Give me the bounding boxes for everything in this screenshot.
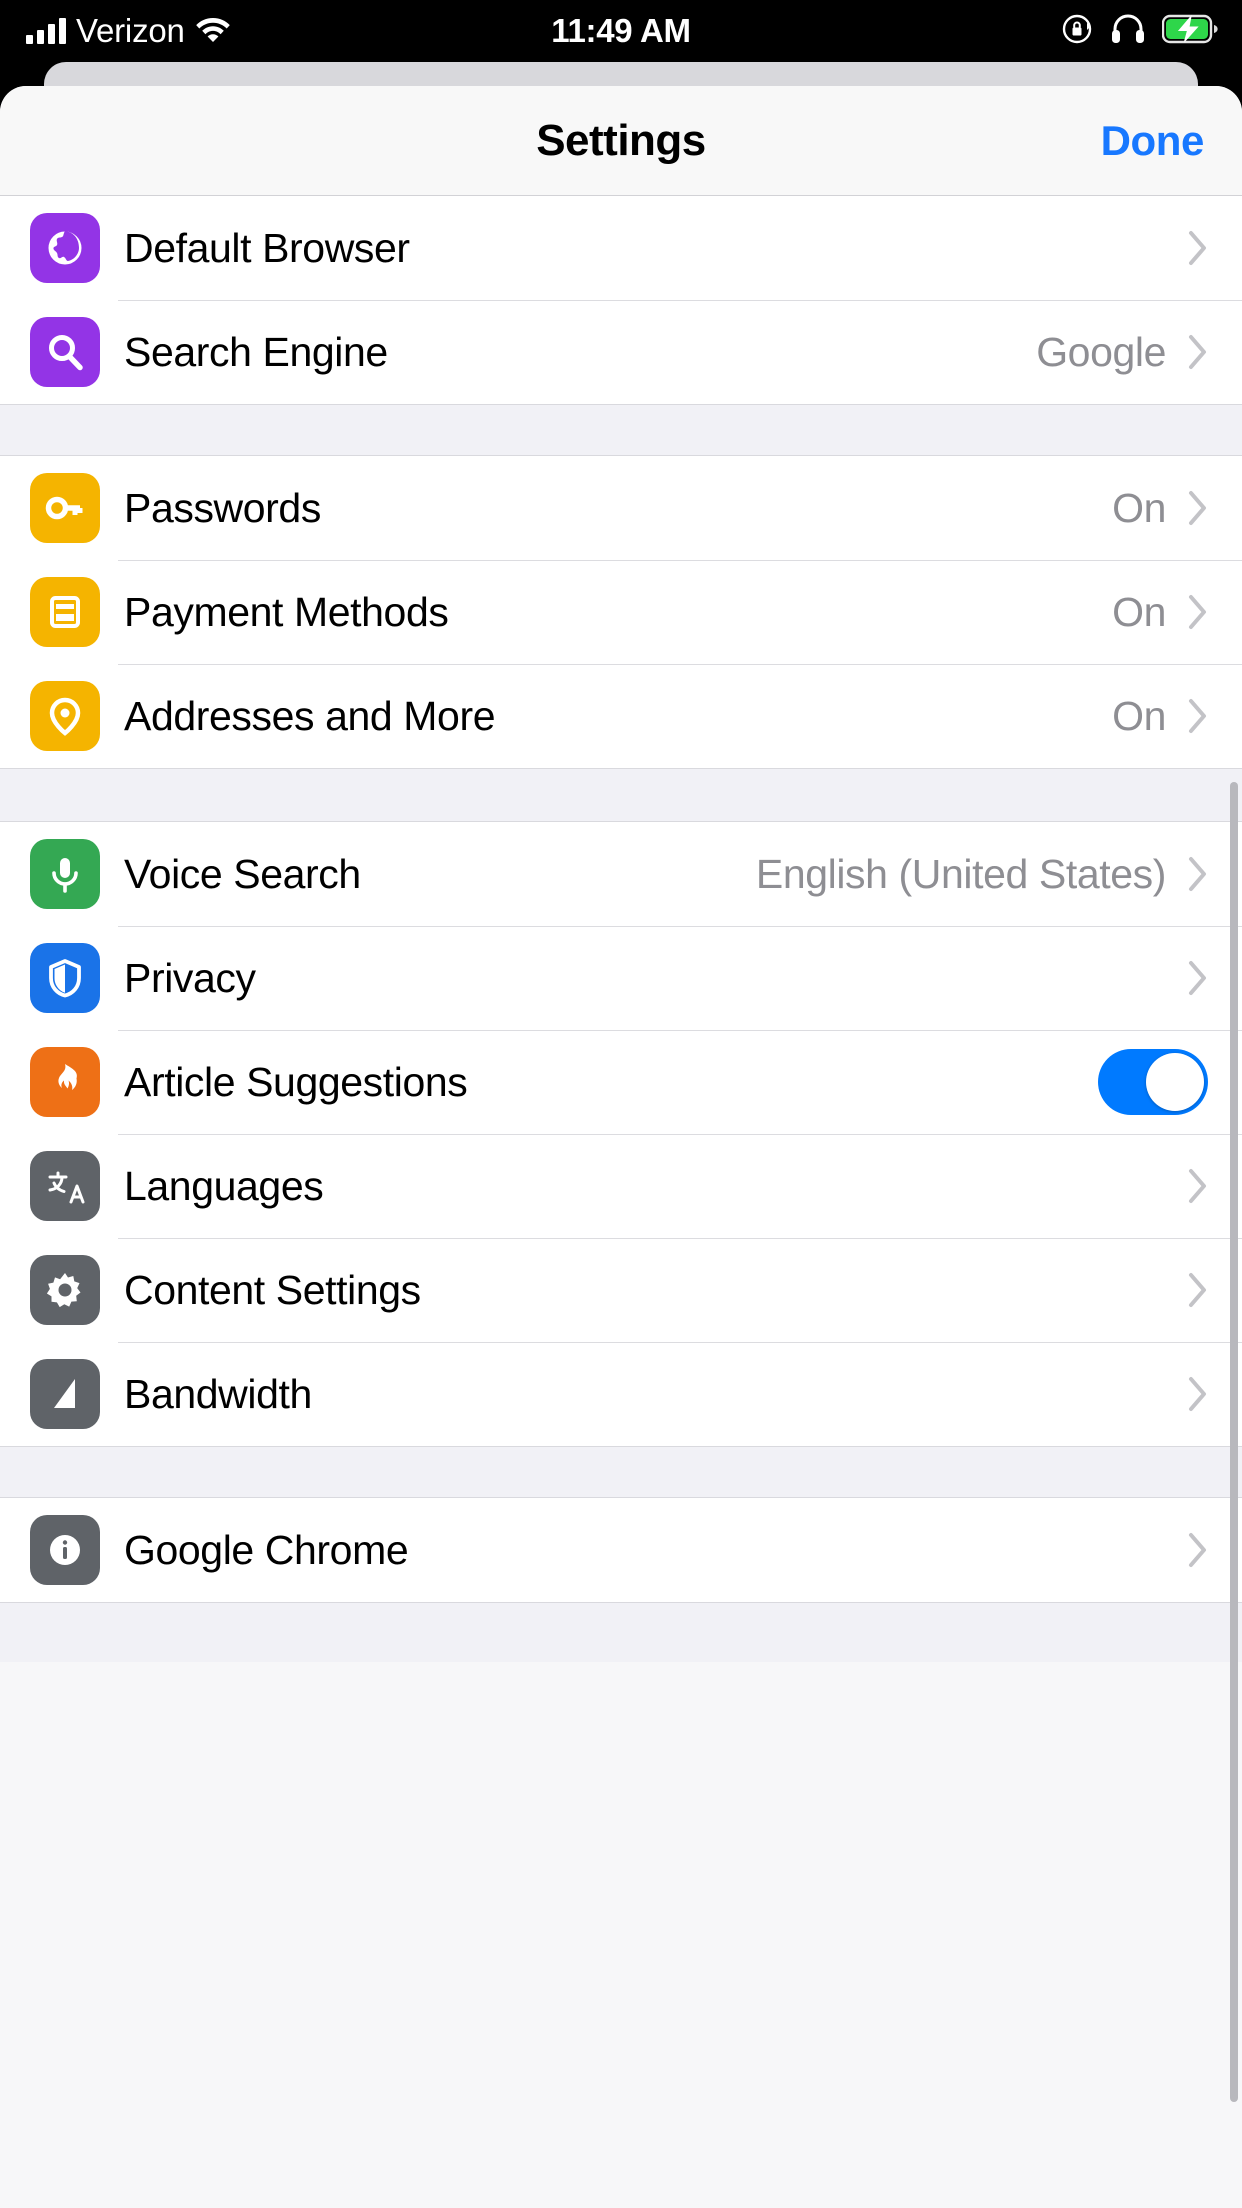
settings-row-detail: On	[1112, 484, 1166, 531]
chevron-right-icon	[1188, 334, 1208, 370]
about-section: Google Chrome	[0, 1498, 1242, 1602]
headphones-icon	[1110, 13, 1146, 50]
chevron-right-icon	[1188, 1168, 1208, 1204]
settings-row-bandwidth[interactable]: Bandwidth	[0, 1342, 1242, 1446]
phone-screen: Verizon 11:49 AM Settings Done Default B…	[0, 0, 1242, 2208]
page-title: Settings	[536, 115, 706, 165]
key-icon	[30, 473, 100, 543]
autofill-section: Passwords On Payment Methods On Addresse…	[0, 456, 1242, 768]
chevron-right-icon	[1188, 490, 1208, 526]
chevron-right-icon	[1188, 1272, 1208, 1308]
chevron-right-icon	[1188, 230, 1208, 266]
settings-row-privacy[interactable]: Privacy	[0, 926, 1242, 1030]
settings-row-content-settings[interactable]: Content Settings	[0, 1238, 1242, 1342]
settings-row-detail: On	[1112, 692, 1166, 739]
settings-row-label: Bandwidth	[124, 1370, 312, 1417]
settings-row-label: Privacy	[124, 954, 256, 1001]
settings-row-passwords[interactable]: Passwords On	[0, 456, 1242, 560]
settings-row-article-suggestions[interactable]: Article Suggestions	[0, 1030, 1242, 1134]
settings-row-search-engine[interactable]: Search Engine Google	[0, 300, 1242, 404]
settings-row-addresses-and-more[interactable]: Addresses and More On	[0, 664, 1242, 768]
settings-list[interactable]: Default Browser Search Engine Google Pas…	[0, 196, 1242, 2102]
settings-row-label: Voice Search	[124, 850, 361, 897]
settings-sheet: Settings Done Default Browser Search Eng…	[0, 86, 1242, 2208]
settings-row-languages[interactable]: Languages	[0, 1134, 1242, 1238]
battery-charging-icon	[1161, 14, 1218, 49]
settings-row-detail: English (United States)	[755, 850, 1167, 897]
settings-row-label: Search Engine	[124, 328, 388, 375]
toggle-knob	[1146, 1053, 1204, 1111]
settings-row-voice-search[interactable]: Voice Search English (United States)	[0, 822, 1242, 926]
section-separator	[0, 768, 1242, 822]
rotation-lock-icon	[1060, 12, 1094, 51]
status-bar: Verizon 11:49 AM	[0, 0, 1242, 62]
chevron-right-icon	[1188, 856, 1208, 892]
done-button[interactable]: Done	[1101, 117, 1205, 165]
settings-row-detail: Google	[1036, 328, 1166, 375]
clock-label: 11:49 AM	[551, 12, 691, 49]
settings-row-label: Content Settings	[124, 1266, 421, 1313]
settings-row-default-browser[interactable]: Default Browser	[0, 196, 1242, 300]
chevron-right-icon	[1188, 1376, 1208, 1412]
section-separator	[0, 1446, 1242, 1498]
settings-row-payment-methods[interactable]: Payment Methods On	[0, 560, 1242, 664]
globe-icon	[30, 213, 100, 283]
settings-row-google-chrome[interactable]: Google Chrome	[0, 1498, 1242, 1602]
settings-row-label: Addresses and More	[124, 692, 496, 739]
settings-row-label: Payment Methods	[124, 588, 449, 635]
article-suggestions-toggle[interactable]	[1098, 1049, 1208, 1115]
translate-icon	[30, 1151, 100, 1221]
status-bar-right	[1060, 12, 1218, 51]
info-icon	[30, 1515, 100, 1585]
gear-icon	[30, 1255, 100, 1325]
settings-row-label: Passwords	[124, 484, 321, 531]
chevron-right-icon	[1188, 594, 1208, 630]
vertical-scrollbar[interactable]	[1230, 782, 1238, 2102]
settings-row-detail: On	[1112, 588, 1166, 635]
settings-row-label: Google Chrome	[124, 1526, 409, 1573]
shield-icon	[30, 943, 100, 1013]
settings-row-label: Default Browser	[124, 224, 410, 271]
section-separator	[0, 404, 1242, 456]
settings-navigation-bar: Settings Done	[0, 86, 1242, 196]
location-pin-icon	[30, 681, 100, 751]
bandwidth-icon	[30, 1359, 100, 1429]
chevron-right-icon	[1188, 960, 1208, 996]
microphone-icon	[30, 839, 100, 909]
magnifier-icon	[30, 317, 100, 387]
chevron-right-icon	[1188, 698, 1208, 734]
list-bottom-spacer	[0, 1602, 1242, 1662]
advanced-section: Voice Search English (United States) Pri…	[0, 822, 1242, 1446]
settings-row-label: Languages	[124, 1162, 324, 1209]
credit-card-icon	[30, 577, 100, 647]
browser-section: Default Browser Search Engine Google	[0, 196, 1242, 404]
chevron-right-icon	[1188, 1532, 1208, 1568]
flame-icon	[30, 1047, 100, 1117]
settings-row-label: Article Suggestions	[124, 1058, 468, 1105]
